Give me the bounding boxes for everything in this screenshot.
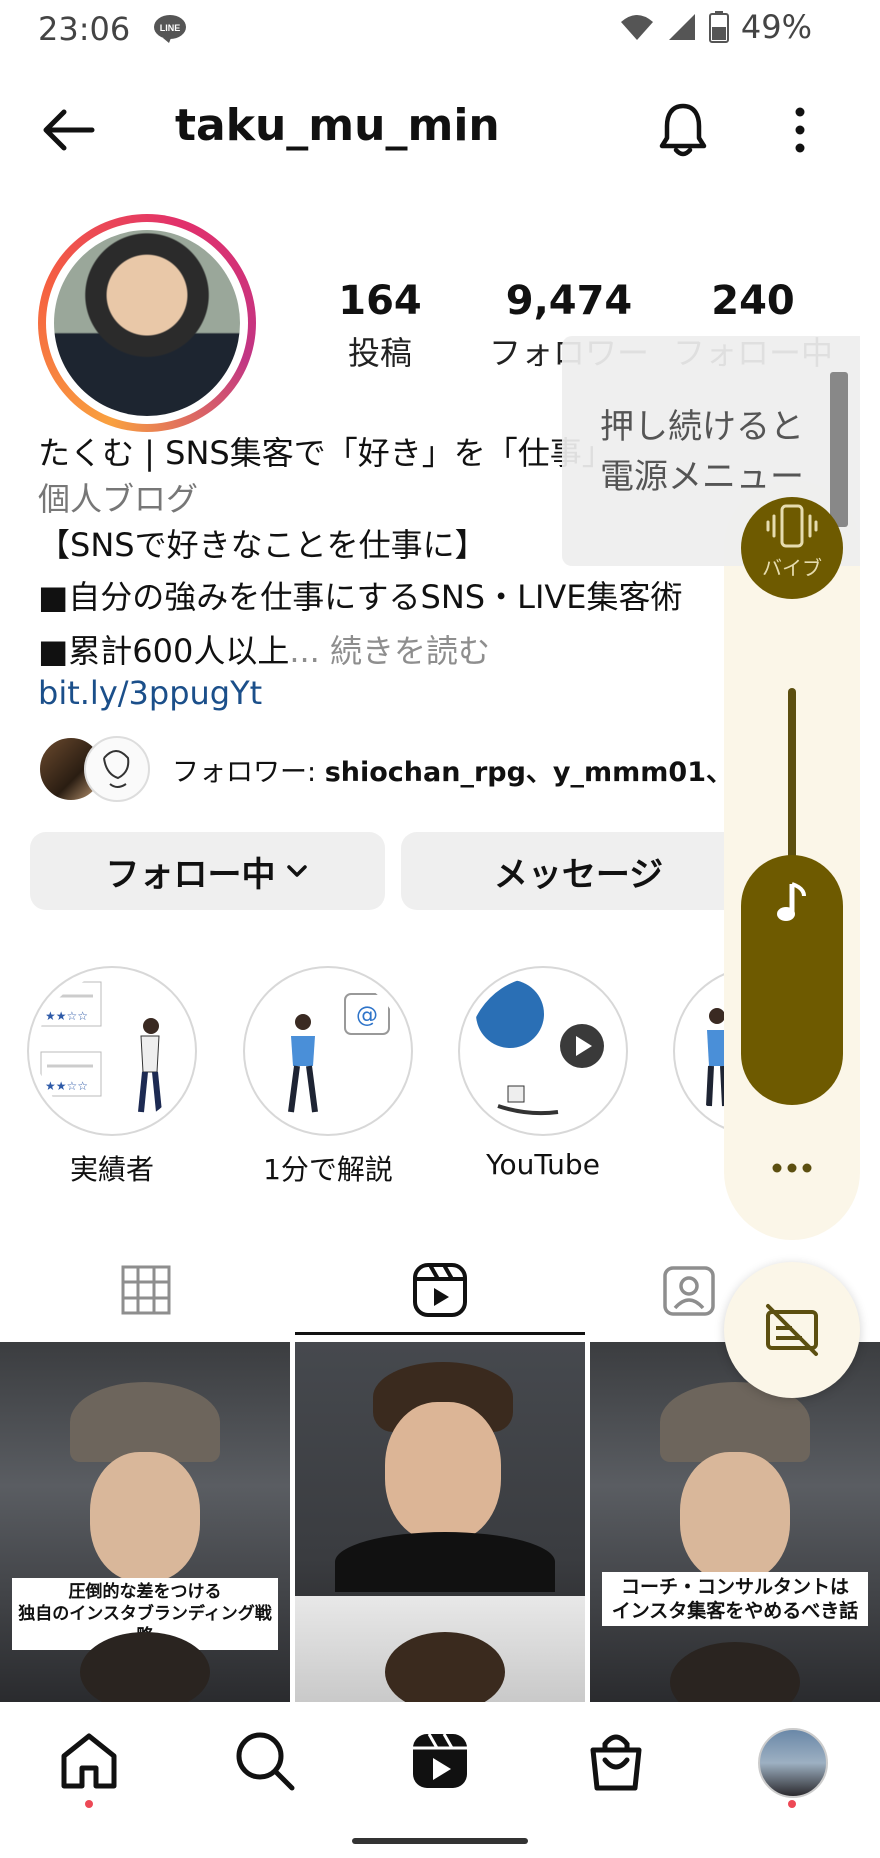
volume-slider-track[interactable] — [788, 688, 796, 868]
power-hint-text: 押し続けると 電源メニュー — [600, 402, 804, 502]
system-home-indicator[interactable] — [352, 1838, 528, 1844]
chevron-down-icon — [286, 865, 307, 877]
thumbnail-face — [680, 1452, 790, 1582]
mutual-followers-avatars[interactable] — [38, 736, 150, 802]
highlight-label: YouTube — [486, 1148, 600, 1181]
wifi-icon — [620, 15, 653, 40]
mutual-followers-text[interactable]: フォロワー: shiochan_rpg、y_mmm01、他 — [172, 750, 727, 789]
stat-posts[interactable]: 164 投稿 — [320, 278, 440, 374]
highlight-label: 1分で解説 — [263, 1153, 393, 1186]
bell-icon[interactable] — [657, 100, 709, 160]
battery-percent: 49% — [740, 8, 812, 46]
thumbnail-hair — [80, 1632, 210, 1702]
highlight-item[interactable]: @ 1分で解説 — [243, 966, 413, 1188]
captions-off-icon — [766, 1304, 818, 1356]
profile-username: taku_mu_min — [175, 100, 500, 151]
bio-category: 個人ブログ — [38, 480, 199, 518]
home-icon[interactable] — [56, 1728, 122, 1794]
thumbnail-hair — [385, 1632, 505, 1702]
live-caption-button[interactable] — [724, 1262, 860, 1398]
explainer-illustration-icon: @ — [288, 993, 390, 1113]
bio-line-3-wrap: ■累計600人以上... 続きを読む — [38, 626, 490, 672]
shop-icon[interactable] — [583, 1728, 649, 1794]
mutual-prefix: フォロワー: — [172, 757, 325, 788]
bio-link[interactable]: bit.ly/3ppugYt — [38, 674, 262, 712]
search-icon[interactable] — [232, 1728, 298, 1794]
highlight-cover: @ — [243, 966, 413, 1136]
back-arrow-icon[interactable] — [38, 100, 98, 160]
thumbnail-face — [90, 1452, 200, 1582]
message-button[interactable]: メッセージ — [401, 832, 756, 910]
bio-line-1: 【SNSで好きなことを仕事に】 — [38, 526, 487, 564]
tab-grid[interactable] — [0, 1246, 292, 1334]
thumbnail-caption: コーチ・コンサルタントは インスタ集客をやめるべき話 — [602, 1572, 868, 1626]
music-note-icon — [777, 882, 806, 921]
reel-thumbnail[interactable] — [295, 1342, 585, 1702]
avatar-ring-gap — [46, 222, 248, 424]
signal-icon — [668, 14, 695, 40]
power-hint-scrollbar — [830, 372, 848, 527]
line-app-icon: LINE — [154, 15, 186, 43]
bio-line-3: ■累計600人以上 — [38, 632, 290, 670]
svg-text:@: @ — [356, 1003, 378, 1028]
highlight-item[interactable]: YouTube — [458, 966, 628, 1181]
caption-line-1: コーチ・コンサルタントは — [620, 1576, 849, 1598]
power-hint-line-2: 電源メニュー — [600, 457, 804, 497]
more-vert-icon[interactable] — [785, 100, 815, 160]
thumbnail-hat — [70, 1382, 220, 1462]
svg-text:★★☆☆: ★★☆☆ — [45, 1009, 88, 1023]
reel-thumbnail[interactable]: 圧倒的な差をつける 独自のインスタブランディング戦略 — [0, 1342, 290, 1702]
following-button[interactable]: フォロー中 — [30, 832, 385, 910]
caption-line-1: 圧倒的な差をつける — [68, 1582, 222, 1602]
status-icons: 49% — [619, 8, 812, 46]
power-hint-line-1: 押し続けると — [600, 407, 804, 447]
reels-icon — [413, 1263, 467, 1317]
vibrate-icon — [766, 504, 818, 548]
thumbnail-shirt — [335, 1532, 555, 1592]
battery-icon — [708, 11, 729, 43]
svg-text:LINE: LINE — [160, 23, 181, 33]
bio-line-2: ■自分の強みを仕事にするSNS・LIVE集客術 — [38, 578, 683, 616]
svg-text:★★☆☆: ★★☆☆ — [45, 1079, 88, 1093]
bio-name: たくむ | SNS集客で「好き」を「仕事」に — [38, 434, 598, 472]
followers-count: 9,474 — [505, 278, 633, 324]
home-notification-dot — [85, 1800, 93, 1808]
highlight-cover — [458, 966, 628, 1136]
tagged-icon — [663, 1266, 715, 1316]
message-button-label: メッセージ — [493, 854, 664, 895]
reel-thumbnail[interactable]: コーチ・コンサルタントは インスタ集客をやめるべき話 — [590, 1342, 880, 1702]
posts-label: 投稿 — [347, 334, 412, 372]
highlight-cover: ★★☆☆ ★★☆☆ — [27, 966, 197, 1136]
grid-icon — [121, 1265, 171, 1315]
active-tab-indicator — [295, 1332, 585, 1335]
profile-notification-dot — [788, 1800, 796, 1808]
mutual-avatar — [84, 736, 150, 802]
avatar-photo — [54, 230, 240, 416]
status-time: 23:06 — [38, 10, 131, 48]
mutual-names: shiochan_rpg、y_mmm01、他 — [324, 757, 727, 788]
following-count: 240 — [711, 278, 795, 324]
following-button-label: フォロー中 — [105, 854, 276, 895]
caption-line-2: インスタ集客をやめるべき話 — [611, 1600, 859, 1622]
reels-nav-icon[interactable] — [407, 1728, 473, 1794]
highlight-item[interactable]: ★★☆☆ ★★☆☆ 実績者 — [27, 966, 197, 1188]
vibrate-label: バイブ — [762, 556, 822, 580]
profile-avatar[interactable] — [38, 214, 256, 432]
review-illustration-icon: ★★☆☆ ★★☆☆ — [40, 981, 162, 1113]
thumbnail-face — [385, 1402, 501, 1542]
highlight-label: 実績者 — [69, 1153, 154, 1186]
more-horiz-icon[interactable] — [771, 1160, 813, 1176]
profile-nav-avatar[interactable] — [758, 1728, 828, 1798]
read-more-link[interactable]: ... 続きを読む — [289, 632, 490, 670]
tab-reels[interactable] — [295, 1246, 585, 1334]
posts-count: 164 — [338, 278, 422, 324]
youtube-illustration-icon — [476, 980, 604, 1116]
sketch-avatar-icon — [103, 750, 130, 788]
